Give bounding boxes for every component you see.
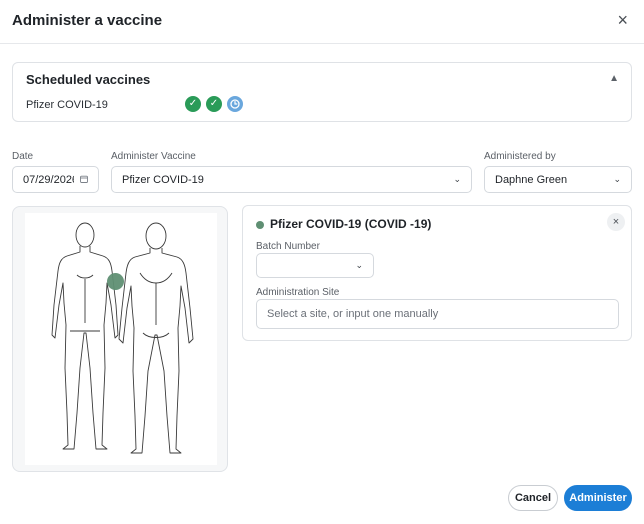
administer-button[interactable]: Administer	[564, 485, 632, 511]
batch-number-label: Batch Number	[256, 241, 320, 252]
administered-by-value: Daphne Green	[495, 173, 568, 186]
close-icon[interactable]: ×	[617, 11, 628, 29]
body-diagram[interactable]	[25, 213, 217, 465]
date-label: Date	[12, 151, 34, 162]
body-diagram-card	[12, 206, 228, 472]
administer-vaccine-label: Administer Vaccine	[111, 151, 196, 162]
chevron-down-icon: ⌄	[453, 174, 461, 184]
injection-site-marker[interactable]	[107, 273, 124, 290]
check-icon: ✓	[206, 96, 222, 112]
dialog-title: Administer a vaccine	[12, 12, 163, 29]
chevron-up-icon[interactable]: ▲	[609, 73, 619, 84]
chevron-down-icon: ⌄	[355, 260, 363, 270]
administration-site-placeholder: Select a site, or input one manually	[267, 308, 439, 320]
administration-site-label: Administration Site	[256, 287, 340, 298]
vaccine-detail-title: Pfizer COVID-19 (COVID -19)	[270, 217, 432, 231]
batch-number-select[interactable]: ⌄	[256, 253, 374, 278]
vaccine-detail-card: Pfizer COVID-19 (COVID -19) × Batch Numb…	[242, 205, 632, 341]
administer-vaccine-value: Pfizer COVID-19	[122, 173, 204, 186]
close-icon[interactable]: ×	[607, 213, 625, 231]
scheduled-vaccines-title: Scheduled vaccines	[26, 72, 151, 87]
date-field[interactable]: 07/29/2026	[12, 166, 99, 193]
dose-status-list: ✓ ✓	[185, 96, 243, 112]
cancel-button[interactable]: Cancel	[508, 485, 558, 511]
clock-icon	[227, 96, 243, 112]
vaccine-color-dot	[256, 221, 264, 229]
date-value: 07/29/2026	[23, 173, 74, 186]
chevron-down-icon: ⌄	[613, 174, 621, 184]
check-icon: ✓	[185, 96, 201, 112]
scheduled-vaccines-card: Scheduled vaccines ▲ Pfizer COVID-19 ✓ ✓	[12, 62, 632, 122]
administered-by-select[interactable]: Daphne Green ⌄	[484, 166, 632, 193]
administration-site-input[interactable]: Select a site, or input one manually	[256, 299, 619, 329]
administered-by-label: Administered by	[484, 151, 556, 162]
body-outline-icon[interactable]	[25, 213, 217, 465]
administer-vaccine-select[interactable]: Pfizer COVID-19 ⌄	[111, 166, 472, 193]
dialog-header: Administer a vaccine ×	[0, 0, 644, 44]
calendar-icon[interactable]	[80, 175, 88, 185]
scheduled-vaccine-name: Pfizer COVID-19	[26, 99, 108, 111]
